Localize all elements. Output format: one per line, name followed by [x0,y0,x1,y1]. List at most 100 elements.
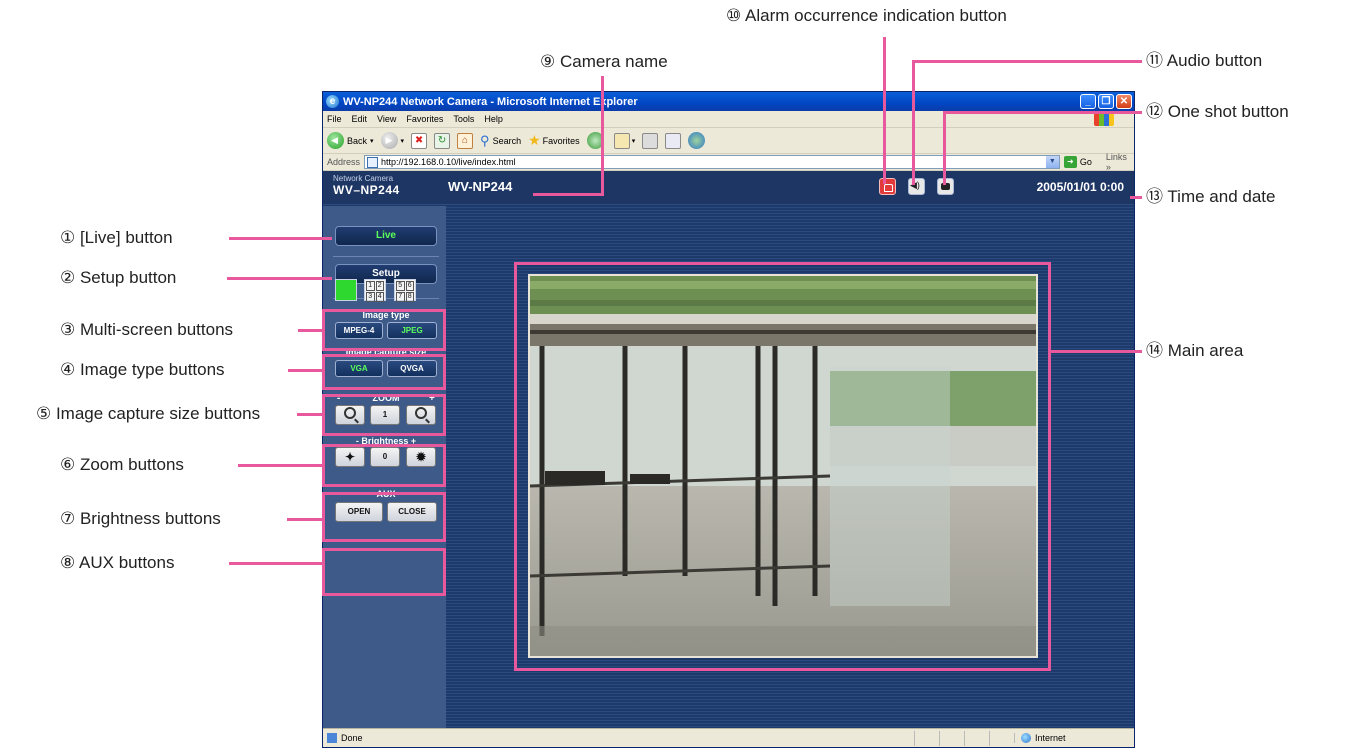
divider [333,256,439,257]
screen-cell: 6 [405,281,414,291]
brightness-callout-line [287,518,322,521]
callout-capture-size: ⑤ Image capture size buttons [36,404,261,423]
screen-cell: 3 [366,292,375,302]
callout-time-date: ⑬ Time and date [1146,187,1276,206]
callout-audio: ⑪ Audio button [1146,51,1263,70]
mail-button[interactable]: ▾ [613,132,636,149]
stop-icon: ✖ [411,132,428,149]
print-button[interactable] [642,132,659,149]
image-type-callout-line [288,369,322,372]
screen-cell: 7 [396,292,405,302]
camera-header: Network Camera WV–NP244 WV-NP244 2005/01… [323,171,1134,205]
callout-image-type: ④ Image type buttons [60,360,225,379]
status-cell [964,730,989,746]
ie-logo-icon: e [326,95,339,108]
messenger-icon [688,132,706,149]
callout-zoom: ⑥ Zoom buttons [60,455,184,474]
back-arrow-icon [327,132,344,149]
close-button[interactable]: ✕ [1116,94,1132,109]
menu-view[interactable]: View [377,114,396,124]
stop-button[interactable]: ✖ [411,132,428,149]
live-button[interactable]: Live [335,226,437,246]
restore-button[interactable]: ❐ [1098,94,1114,109]
minimize-button[interactable]: _ [1080,94,1096,109]
menu-help[interactable]: Help [484,114,503,124]
print-icon [642,132,659,149]
callout-main-area: ⑭ Main area [1146,341,1244,360]
one-shot-callout-line [943,111,946,185]
screen-cell: 4 [375,292,384,302]
mail-dropdown-icon: ▾ [631,137,636,145]
single-screen-button[interactable] [335,279,357,301]
go-button[interactable]: ➜ Go [1063,156,1092,168]
screen-cell: 8 [405,292,414,302]
alarm-icon[interactable] [879,178,896,195]
status-zone: Internet [1014,733,1134,743]
back-button[interactable]: Back ▾ [327,132,374,149]
refresh-button[interactable]: ↻ [434,132,451,149]
callout-one-shot: ⑫ One shot button [1146,102,1289,121]
figure: e WV-NP244 Network Camera - Microsoft In… [0,0,1351,748]
go-arrow-icon: ➜ [1063,156,1077,168]
screen-cell: 5 [396,281,405,291]
forward-button[interactable]: ▾ [380,132,405,149]
back-label: Back [347,135,368,146]
camera-name-callout-line [533,193,603,196]
menu-favorites[interactable]: Favorites [406,114,443,124]
aux-highlight [322,548,446,596]
quad-screen-button[interactable]: 1 2 3 4 [364,279,386,302]
capture-size-callout-line [297,413,322,416]
address-bar: Address http://192.168.0.10/live/index.h… [323,152,1134,172]
main-area-highlight [514,262,1051,671]
quad-screen-2-button[interactable]: 5 6 7 8 [394,279,416,302]
live-callout-line [229,237,332,240]
camera-name: WV-NP244 [448,179,513,194]
address-dropdown-icon[interactable]: ▼ [1045,156,1059,168]
image-type-highlight [322,354,446,390]
search-button[interactable]: ⚲ Search [480,133,521,149]
screen-cell: 2 [375,281,384,291]
callout-setup: ② Setup button [60,268,177,287]
window-title: WV-NP244 Network Camera - Microsoft Inte… [343,95,638,108]
audio-callout-line [912,60,1142,63]
edit-icon [665,132,682,149]
menu-tools[interactable]: Tools [453,114,474,124]
callout-live: ① [Live] button [60,228,173,247]
go-label: Go [1079,157,1092,167]
favorites-star-icon: ★ [528,132,541,148]
messenger-button[interactable] [688,132,708,149]
status-text: Done [323,733,914,743]
capture-size-highlight [322,394,446,436]
one-shot-callout-line [943,111,1142,114]
audio-icon[interactable] [908,178,925,195]
callout-multiscreen: ③ Multi-screen buttons [60,320,234,339]
favorites-button[interactable]: ★ Favorites [528,132,580,149]
forward-arrow-icon [380,132,398,149]
setup-callout-line [227,277,332,280]
address-label: Address [327,157,361,167]
brightness-highlight [322,492,446,542]
mail-icon [613,132,630,149]
edit-button[interactable] [665,132,682,149]
back-dropdown-icon: ▾ [370,137,374,145]
status-cell [989,730,1014,746]
callout-camera-name: ⑨ Camera name [540,52,668,71]
home-button[interactable]: ⌂ [457,132,474,149]
toolbar: Back ▾ ▾ ✖ ↻ ⌂ ⚲ Search ★ Favorites ▾ [323,128,1134,154]
address-input[interactable]: http://192.168.0.10/live/index.html ▼ [364,155,1060,169]
links-button[interactable]: Links » [1106,152,1134,172]
time-date-callout-line [1130,196,1142,199]
page-icon [367,156,379,168]
time-date: 2005/01/01 0:00 [1036,180,1124,194]
status-cell [939,730,964,746]
menu-edit[interactable]: Edit [352,114,368,124]
forward-dropdown-icon: ▾ [400,137,405,145]
search-icon: ⚲ [480,132,490,148]
status-bar: Done Internet [323,728,1134,747]
search-label: Search [492,135,522,146]
zoom-callout-line [238,464,322,467]
menu-file[interactable]: File [327,114,342,124]
aux-callout-line [229,562,322,565]
callout-brightness: ⑦ Brightness buttons [60,509,221,528]
windows-logo-icon [1094,113,1114,126]
